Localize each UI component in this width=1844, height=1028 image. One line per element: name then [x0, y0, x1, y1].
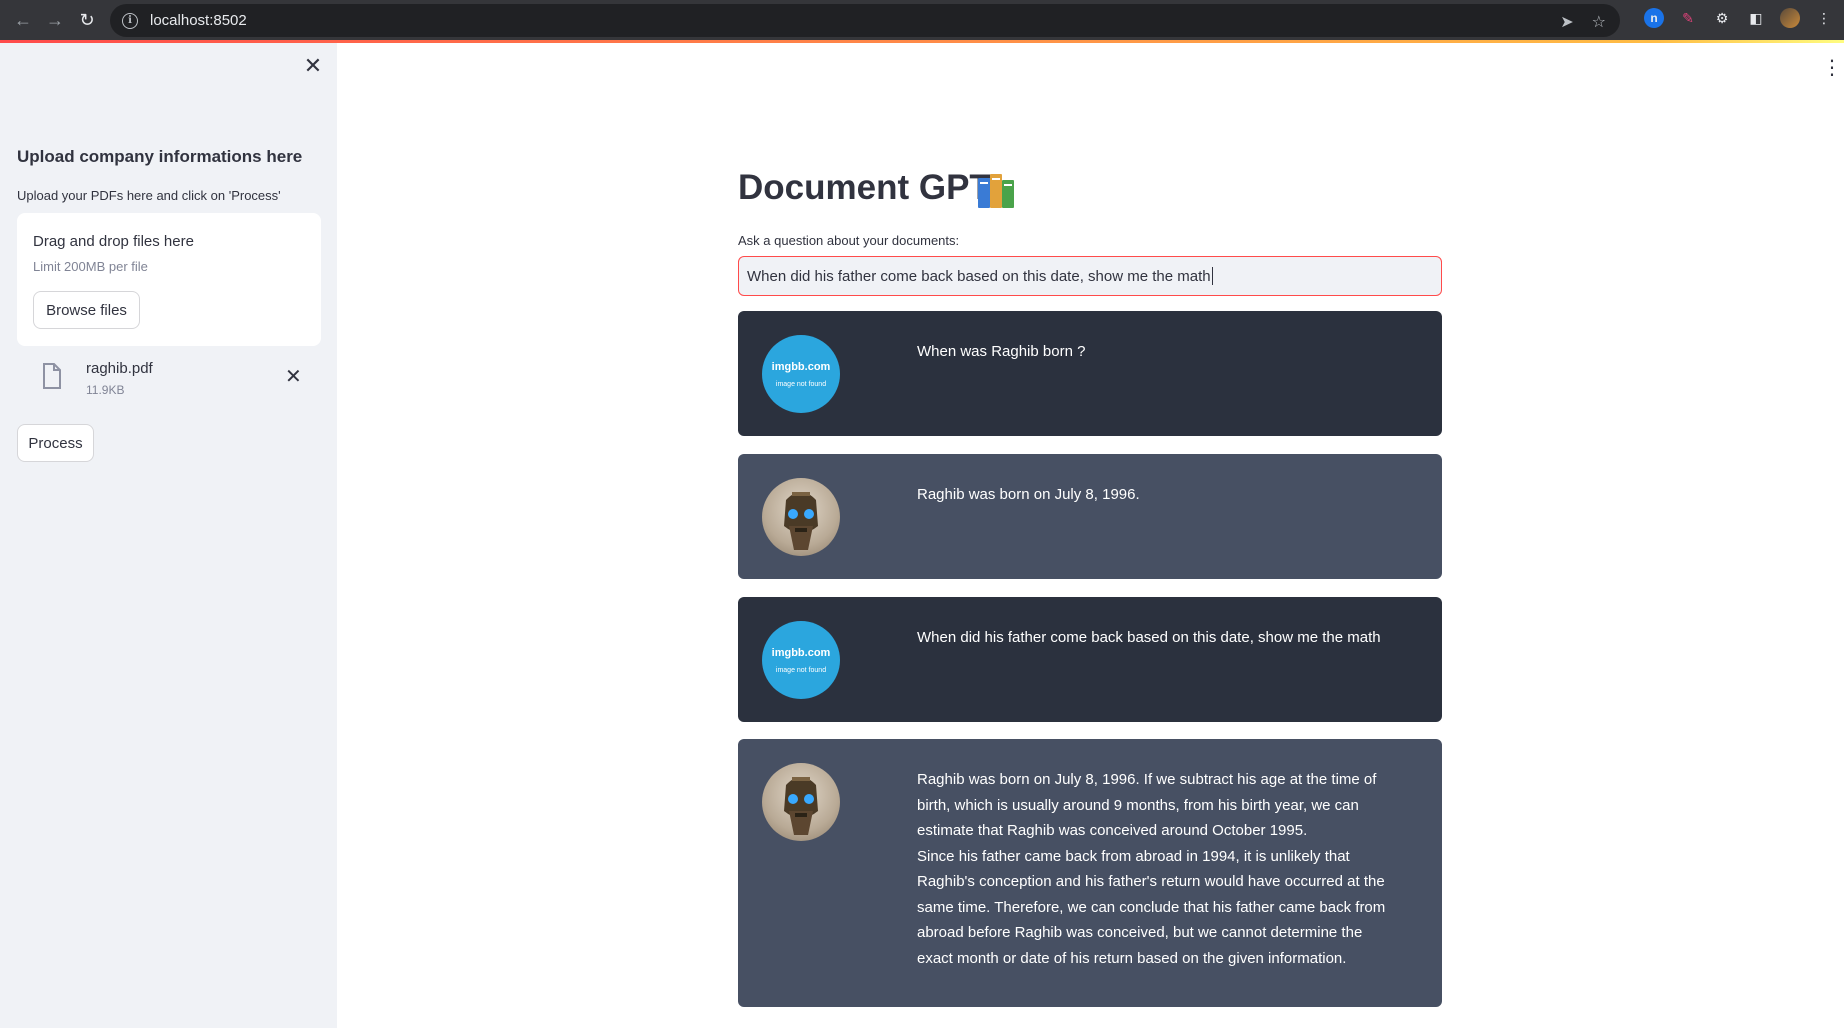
file-name: raghib.pdf [86, 360, 153, 377]
address-bar-url: localhost:8502 [150, 12, 247, 29]
uploaded-file-item: raghib.pdf 11.9KB ✕ [17, 355, 321, 403]
sidebar: ✕ Upload company informations here Uploa… [0, 43, 337, 1028]
question-label: Ask a question about your documents: [738, 233, 960, 248]
file-icon [43, 363, 61, 389]
site-info-icon[interactable]: i [122, 12, 138, 29]
bookmark-star-icon[interactable]: ☆ [1592, 12, 1606, 32]
profile-avatar[interactable] [1780, 8, 1800, 28]
main-menu-icon[interactable]: ⋮ [1822, 55, 1842, 80]
avatar-brand: imgbb.com [771, 646, 831, 659]
message-paragraph: Raghib was born on July 8, 1996. If we s… [917, 771, 1377, 839]
message-text: When was Raghib born ? [917, 343, 1086, 360]
robot-avatar-icon [784, 492, 818, 550]
address-bar[interactable]: i localhost:8502 ➤ ☆ [110, 4, 1620, 37]
file-dropzone[interactable]: Drag and drop files here Limit 200MB per… [17, 213, 321, 346]
bot-avatar [762, 478, 840, 556]
message-text: Raghib was born on July 8, 1996. [917, 486, 1140, 503]
dropzone-title: Drag and drop files here [33, 233, 194, 250]
file-size: 11.9KB [86, 383, 125, 397]
robot-avatar-icon [784, 777, 818, 835]
message-paragraph: Since his father came back from abroad i… [917, 847, 1386, 967]
remove-file-icon[interactable]: ✕ [285, 364, 302, 389]
message-text: Raghib was born on July 8, 1996. If we s… [917, 767, 1397, 971]
extension-pen-icon[interactable]: ✎ [1678, 8, 1698, 28]
sidebar-close-icon[interactable]: ✕ [302, 53, 324, 78]
browse-files-button[interactable]: Browse files [33, 291, 140, 329]
text-caret [1211, 267, 1213, 285]
question-input[interactable]: When did his father come back based on t… [738, 256, 1442, 296]
extensions-puzzle-icon[interactable]: ⚙ [1712, 8, 1732, 28]
side-panel-icon[interactable]: ◧ [1746, 8, 1766, 28]
browser-menu-icon[interactable]: ⋮ [1814, 8, 1834, 28]
share-icon[interactable]: ➤ [1560, 12, 1573, 32]
chat-message-bot: Raghib was born on July 8, 1996. If we s… [738, 739, 1442, 1007]
extension-blue-icon[interactable]: n [1644, 8, 1664, 28]
page-title: Document GPT [738, 168, 991, 207]
browser-toolbar: ← → ↻ i localhost:8502 ➤ ☆ n ✎ ⚙ ◧ ⋮ [0, 0, 1844, 41]
avatar-subtext: image not found [775, 666, 827, 674]
reload-icon[interactable]: ↻ [72, 5, 102, 35]
question-input-value: When did his father come back based on t… [747, 267, 1211, 285]
user-avatar: imgbb.com image not found [762, 335, 840, 413]
bot-avatar [762, 763, 840, 841]
forward-arrow-icon[interactable]: → [40, 5, 70, 35]
process-button[interactable]: Process [17, 424, 94, 462]
avatar-subtext: image not found [775, 380, 827, 388]
books-icon [978, 174, 1014, 208]
avatar-brand: imgbb.com [771, 360, 831, 373]
upload-label: Upload your PDFs here and click on 'Proc… [17, 188, 281, 203]
chat-message-user: imgbb.com image not found When was Raghi… [738, 311, 1442, 436]
user-avatar: imgbb.com image not found [762, 621, 840, 699]
back-arrow-icon[interactable]: ← [8, 5, 38, 35]
chat-message-user: imgbb.com image not found When did his f… [738, 597, 1442, 722]
chat-message-bot: Raghib was born on July 8, 1996. [738, 454, 1442, 579]
message-text: When did his father come back based on t… [917, 629, 1381, 646]
dropzone-limit: Limit 200MB per file [33, 259, 148, 274]
sidebar-title: Upload company informations here [17, 147, 303, 166]
